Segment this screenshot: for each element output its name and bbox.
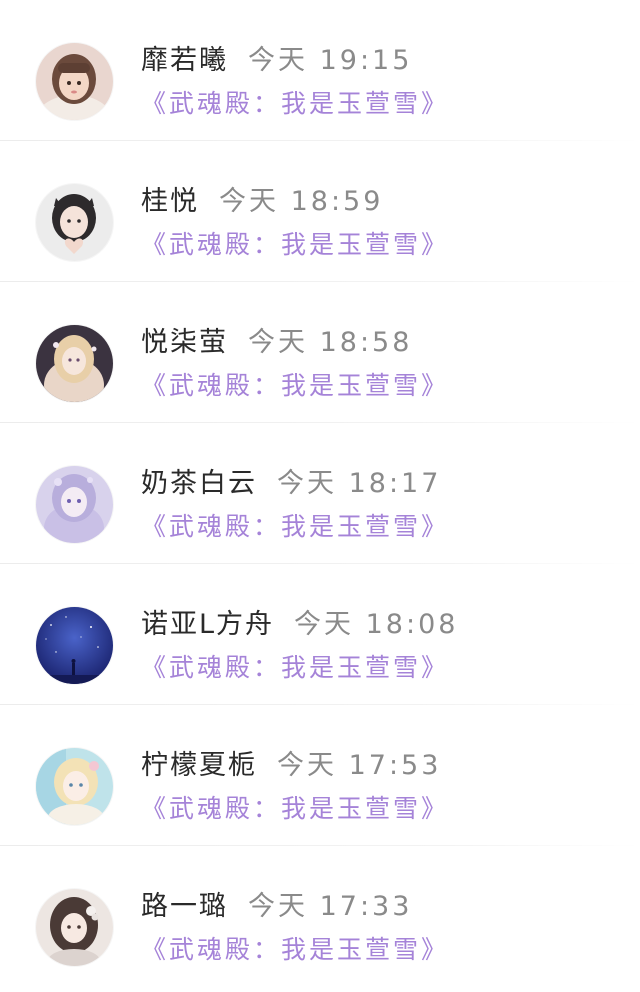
- sender-line: 柠檬夏栀 今天 17:53: [141, 749, 441, 783]
- list-item[interactable]: 悦柒萤 今天 18:58 《武魂殿：我是玉萱雪》: [0, 282, 640, 423]
- list-item[interactable]: 靡若曦 今天 19:15 《武魂殿：我是玉萱雪》: [0, 0, 640, 141]
- anime-lavender-girl-avatar[interactable]: [36, 466, 113, 543]
- list-item[interactable]: 路一璐 今天 17:33 《武魂殿：我是玉萱雪》: [0, 846, 640, 987]
- sender-name: 靡若曦: [141, 45, 228, 76]
- message-text: 《武魂殿：我是玉萱雪》: [141, 794, 450, 823]
- message-time: 今天 17:33: [248, 891, 413, 922]
- sender-line: 靡若曦 今天 19:15: [141, 44, 412, 78]
- message-text: 《武魂殿：我是玉萱雪》: [141, 935, 450, 964]
- sender-line: 诺亚L方舟 今天 18:08: [141, 608, 458, 642]
- starry-sky-avatar[interactable]: [36, 607, 113, 684]
- list-item[interactable]: 诺亚L方舟 今天 18:08 《武魂殿：我是玉萱雪》: [0, 564, 640, 705]
- message-time: 今天 18:59: [219, 186, 384, 217]
- sender-name: 路一璐: [141, 891, 228, 922]
- anime-princess-avatar[interactable]: [36, 325, 113, 402]
- message-text: 《武魂殿：我是玉萱雪》: [141, 230, 450, 259]
- sender-name: 桂悦: [141, 186, 199, 217]
- message-text: 《武魂殿：我是玉萱雪》: [141, 89, 450, 118]
- list-item[interactable]: 桂悦 今天 18:59 《武魂殿：我是玉萱雪》: [0, 141, 640, 282]
- sender-line: 路一璐 今天 17:33: [141, 890, 412, 924]
- message-time: 今天 18:58: [248, 327, 413, 358]
- list-item[interactable]: 奶茶白云 今天 18:17 《武魂殿：我是玉萱雪》: [0, 423, 640, 564]
- anime-flower-girl-avatar[interactable]: [36, 889, 113, 966]
- sender-line: 悦柒萤 今天 18:58: [141, 326, 412, 360]
- message-time: 今天 17:53: [277, 750, 442, 781]
- message-text: 《武魂殿：我是玉萱雪》: [141, 512, 450, 541]
- sender-name: 柠檬夏栀: [141, 750, 257, 781]
- sender-name: 奶茶白云: [141, 468, 257, 499]
- message-text: 《武魂殿：我是玉萱雪》: [141, 371, 450, 400]
- girl-heart-hands-avatar[interactable]: [36, 184, 113, 261]
- anime-pastel-girl-avatar[interactable]: [36, 748, 113, 825]
- sender-line: 奶茶白云 今天 18:17: [141, 467, 441, 501]
- message-time: 今天 18:17: [277, 468, 442, 499]
- message-time: 今天 19:15: [248, 45, 413, 76]
- girl-photo-avatar[interactable]: [36, 43, 113, 120]
- message-text: 《武魂殿：我是玉萱雪》: [141, 653, 450, 682]
- message-list: 靡若曦 今天 19:15 《武魂殿：我是玉萱雪》 桂悦 今天 18:59 《武魂殿：…: [0, 0, 640, 992]
- message-time: 今天 18:08: [294, 609, 459, 640]
- list-item[interactable]: 柠檬夏栀 今天 17:53 《武魂殿：我是玉萱雪》: [0, 705, 640, 846]
- sender-line: 桂悦 今天 18:59: [141, 185, 383, 219]
- sender-name: 悦柒萤: [141, 327, 228, 358]
- sender-name: 诺亚L方舟: [141, 609, 275, 640]
